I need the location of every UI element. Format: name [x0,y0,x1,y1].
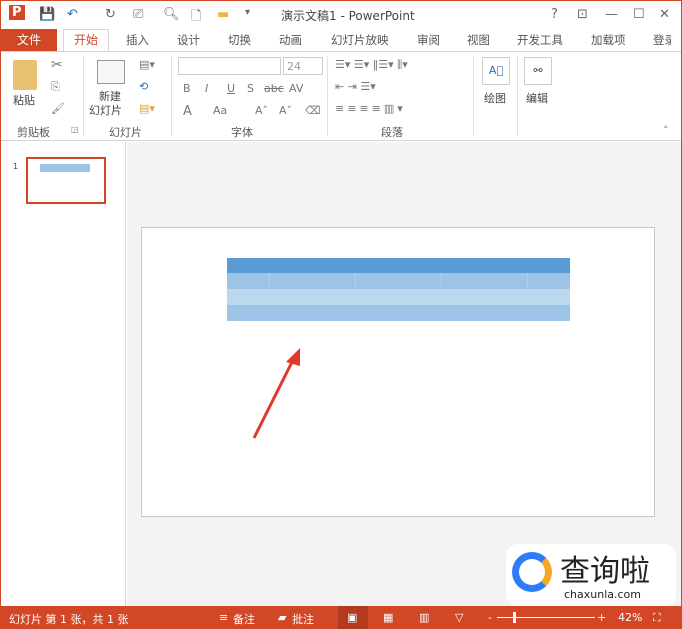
group-label-clipboard: 剪贴板 [17,126,50,139]
slideshow-icon[interactable]: ▽ [455,611,463,624]
reading-view-icon[interactable]: ▥ [419,611,429,624]
tab-addins[interactable]: 加载项 [591,32,626,48]
group-label-slides: 幻灯片 [109,126,142,139]
font-size-combo[interactable]: 24 [283,57,323,75]
table-header-row[interactable] [227,258,570,273]
tab-file[interactable]: 文件 [1,29,57,51]
grow-font-button[interactable]: A˄ [255,104,268,117]
tab-review[interactable]: 审阅 [417,32,440,48]
paste-icon [13,60,37,90]
slide-canvas[interactable] [141,227,655,517]
watermark-text: 查询啦 [560,554,650,589]
powerpoint-app-icon: P [9,5,25,20]
copy-icon[interactable]: ⎘ [51,80,60,94]
sign-in-link[interactable]: 登录 [653,32,671,48]
minimize-button[interactable]: — [605,7,618,22]
new-slide-icon [97,60,125,84]
window-title: 演示文稿1 - PowerPoint [281,9,415,23]
zoom-slider-thumb[interactable] [513,612,516,623]
title-bar: P 💾 ↶ ↻ ⎚ 🔍︎ 🗋 ▬ ▾ 演示文稿1 - PowerPoint ? … [1,1,681,29]
paste-button[interactable]: 粘贴 [13,92,35,108]
close-button[interactable]: ✕ [659,7,670,22]
editing-button[interactable]: 编辑 [526,90,548,106]
slide-info: 幻灯片 第 1 张，共 1 张 [9,613,129,626]
shadow-button[interactable]: S [247,82,254,95]
slide-table[interactable] [227,258,570,321]
reset-icon[interactable]: ⟲ [139,80,148,93]
maximize-button[interactable]: ☐ [633,7,645,22]
indent-icons[interactable]: ⇤ ⇥ ☰▾ [335,80,376,93]
character-spacing-button[interactable]: AV [289,82,303,95]
tab-home[interactable]: 开始 [63,29,109,52]
format-painter-icon[interactable]: 🖌︎ [51,102,65,115]
change-case-button[interactable]: Aa [213,104,227,117]
collapse-ribbon-icon[interactable]: ˄ [663,124,669,137]
drawing-icon: A⃝ [482,57,510,85]
tab-slideshow[interactable]: 幻灯片放映 [331,32,389,48]
zoom-in-button[interactable]: + [597,611,606,624]
shrink-font-button[interactable]: A˅ [279,104,292,117]
tab-developer[interactable]: 开发工具 [517,32,563,48]
print-preview-icon[interactable]: 🔍︎ [163,7,180,22]
normal-view-button[interactable]: ▣ [338,606,368,629]
notes-button[interactable]: 备注 [233,611,255,627]
layout-icon[interactable]: ▤▾ [139,58,155,71]
underline-button[interactable]: U [227,82,235,95]
tab-insert[interactable]: 插入 [126,32,149,48]
alignment-icons[interactable]: ≡≡≡≡▥▾ [335,102,406,115]
ribbon-display-button[interactable]: ⊡ [577,7,588,22]
watermark-url: chaxunla.com [564,588,641,601]
font-name-combo[interactable] [178,57,281,75]
red-arrow-annotation [252,348,300,439]
italic-button[interactable]: I [205,82,208,95]
save-icon[interactable]: 💾 [39,7,55,22]
group-label-font: 字体 [231,126,253,139]
new-slide-button-label[interactable]: 幻灯片 [89,102,122,118]
undo-icon[interactable]: ↶ [67,7,78,22]
zoom-out-button[interactable]: - [488,611,492,624]
section-icon[interactable]: ▤▾ [139,102,155,115]
new-document-icon[interactable]: 🗋 [191,7,201,29]
status-bar: 幻灯片 第 1 张，共 1 张 ≡ 备注 ▰ 批注 ▣ ▦ ▥ ▽ - + 42… [1,606,681,629]
zoom-level[interactable]: 42% [618,611,642,624]
watermark-q-icon [512,552,552,592]
fit-to-window-icon[interactable]: ⛶ [653,611,661,625]
find-binoculars-icon: ⚯ [524,57,552,85]
help-button[interactable]: ? [551,7,558,22]
comments-icon[interactable]: ▰ [278,611,286,624]
group-label-paragraph: 段落 [381,126,403,139]
zoom-slider[interactable] [497,617,595,618]
drawing-button[interactable]: 绘图 [484,90,506,106]
font-color-button[interactable]: A [183,104,192,119]
slide-thumbnail[interactable] [26,157,106,204]
bold-button[interactable]: B [183,82,191,95]
notes-icon[interactable]: ≡ [219,611,228,624]
bullets-icon[interactable]: ☰▾ ☰▾ ‖☰▾ ⫼▾ [335,58,408,72]
redo-icon[interactable]: ↻ [105,7,116,22]
slide-sorter-icon[interactable]: ▦ [383,611,393,624]
tab-design[interactable]: 设计 [177,32,200,48]
watermark-logo: 查询啦 chaxunla.com [506,544,676,606]
thumbnail-table [40,164,90,172]
slide-number: 1 [13,162,19,171]
dialog-launcher-icon[interactable]: ◲ [71,125,79,134]
clear-formatting-icon[interactable]: ⌫ [305,104,321,117]
customize-qat-icon[interactable]: ▾ [245,7,250,18]
comments-button[interactable]: 批注 [292,611,314,627]
normal-view-icon: ▣ [347,611,358,624]
slide-thumbnail-pane: 1 [1,142,126,606]
cut-icon[interactable]: ✂ [51,57,63,73]
tab-view[interactable]: 视图 [467,32,490,48]
ribbon: 粘贴 ✂ ⎘ 🖌︎ 剪贴板 ◲ 新建 幻灯片 ▤▾ ⟲ ▤▾ 幻灯片 24 B … [1,51,681,141]
tab-animations[interactable]: 动画 [279,32,302,48]
open-folder-icon[interactable]: ▬ [217,7,229,22]
presenter-icon[interactable]: ⎚ [133,7,143,22]
strikethrough-button[interactable]: abc [264,82,284,95]
tab-transitions[interactable]: 切换 [228,32,251,48]
